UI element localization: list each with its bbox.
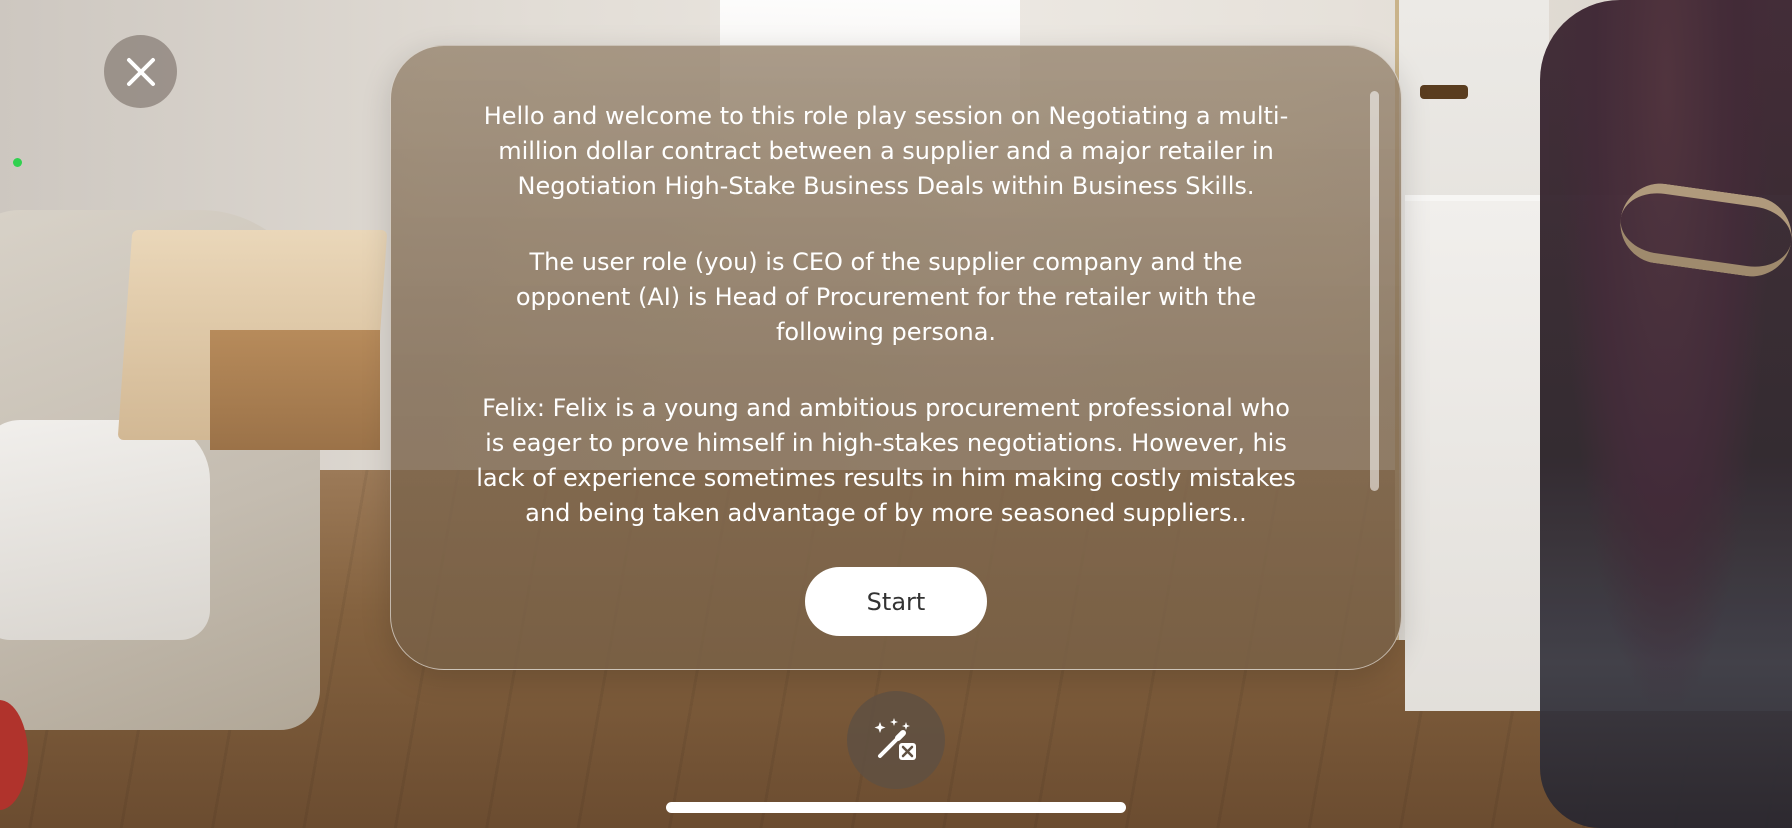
status-indicator-dot xyxy=(13,158,22,167)
close-button[interactable] xyxy=(104,35,177,108)
door-handle xyxy=(1420,85,1468,99)
session-intro-panel: Hello and welcome to this role play sess… xyxy=(390,45,1402,670)
intro-paragraph: Hello and welcome to this role play sess… xyxy=(483,102,1289,200)
home-indicator[interactable] xyxy=(666,802,1126,813)
persona-paragraph: Felix: Felix is a young and ambitious pr… xyxy=(476,394,1296,527)
ai-avatar-character xyxy=(1540,0,1792,828)
magic-wand-button[interactable] xyxy=(847,691,945,789)
sofa-cushion xyxy=(0,420,210,640)
start-button[interactable]: Start xyxy=(805,567,987,636)
magic-wand-off-icon xyxy=(874,718,916,760)
cardboard-box xyxy=(210,330,380,450)
session-description: Hello and welcome to this role play sess… xyxy=(471,99,1301,531)
panel-scrollbar[interactable] xyxy=(1370,91,1379,491)
roles-paragraph: The user role (you) is CEO of the suppli… xyxy=(515,248,1257,346)
close-icon xyxy=(126,57,155,86)
